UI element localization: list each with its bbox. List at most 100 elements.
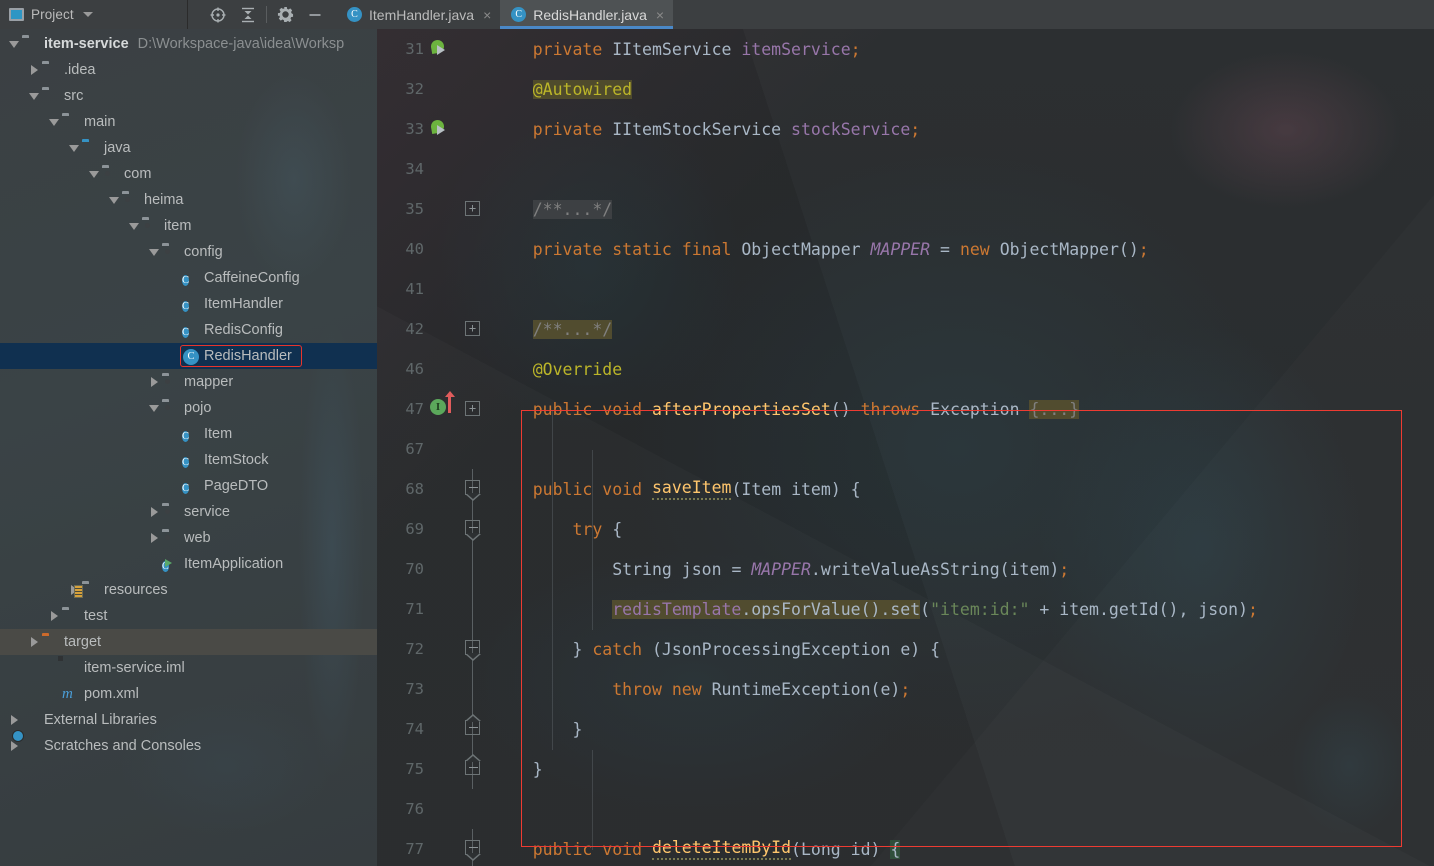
gutter-icon-area[interactable] (427, 509, 459, 549)
gutter-icon-area[interactable] (427, 349, 459, 389)
fold-gutter[interactable] (459, 349, 487, 389)
tree-item-target[interactable]: target (0, 629, 377, 655)
fold-gutter[interactable] (459, 829, 487, 866)
tree-item-scratches-and-consoles[interactable]: Scratches and Consoles (0, 733, 377, 759)
tree-item-config[interactable]: config (0, 239, 377, 265)
gutter-icon-area[interactable] (427, 669, 459, 709)
code-line[interactable]: 31 private IItemService itemService; (377, 29, 1434, 69)
chevron-right-icon[interactable] (6, 715, 22, 725)
code-line[interactable]: 67 (377, 429, 1434, 469)
fold-gutter[interactable]: + (459, 309, 487, 349)
gutter-icon-area[interactable] (427, 269, 459, 309)
close-icon[interactable]: × (483, 8, 491, 22)
code-lines[interactable]: 31 private IItemService itemService; 32 @… (377, 29, 1434, 866)
gutter-icon-area[interactable] (427, 789, 459, 829)
fold-gutter[interactable]: + (459, 389, 487, 429)
code-text[interactable]: } (487, 709, 1434, 749)
chevron-down-icon[interactable] (106, 196, 122, 204)
tree-item-itemhandler[interactable]: C ItemHandler (0, 291, 377, 317)
tree-item-caffeineconfig[interactable]: C CaffeineConfig (0, 265, 377, 291)
tree-item-pom-xml[interactable]: m pom.xml (0, 681, 377, 707)
code-text[interactable]: private IItemStockService stockService; (487, 109, 1434, 149)
chevron-right-icon[interactable] (146, 507, 162, 517)
tree-item-mapper[interactable]: mapper (0, 369, 377, 395)
code-line[interactable]: 33 private IItemStockService stockServic… (377, 109, 1434, 149)
code-text[interactable] (487, 149, 1434, 189)
chevron-right-icon[interactable] (146, 377, 162, 387)
fold-gutter[interactable] (459, 229, 487, 269)
chevron-right-icon[interactable] (26, 65, 42, 75)
code-text[interactable]: private static final ObjectMapper MAPPER… (487, 229, 1434, 269)
gutter-icon-area[interactable] (427, 229, 459, 269)
fold-gutter[interactable] (459, 429, 487, 469)
chevron-down-icon[interactable] (146, 404, 162, 412)
spring-bean-icon[interactable] (429, 38, 448, 57)
tree-item--idea[interactable]: .idea (0, 57, 377, 83)
code-line[interactable]: 71 redisTemplate .opsForValue().set("item… (377, 589, 1434, 629)
fold-gutter[interactable] (459, 709, 487, 749)
code-line[interactable]: 68 public void saveItem(Item item) { (377, 469, 1434, 509)
code-line[interactable]: 40 private static final ObjectMapper MAP… (377, 229, 1434, 269)
tree-item-item[interactable]: C Item (0, 421, 377, 447)
code-text[interactable]: public void deleteItemById(Long id) { (487, 829, 1434, 866)
code-line[interactable]: 41 (377, 269, 1434, 309)
code-line[interactable]: 46 @Override (377, 349, 1434, 389)
code-editor[interactable]: 31 private IItemService itemService; 32 @… (377, 29, 1434, 866)
code-text[interactable]: /**...*/ (487, 189, 1434, 229)
tree-item-java[interactable]: java (0, 135, 377, 161)
gutter-icon-area[interactable] (427, 149, 459, 189)
chevron-down-icon[interactable] (126, 222, 142, 230)
project-tool-window-header[interactable]: Project (0, 0, 188, 29)
code-text[interactable] (487, 429, 1434, 469)
code-line[interactable]: 32 @Autowired (377, 69, 1434, 109)
code-text[interactable]: } (487, 749, 1434, 789)
code-line[interactable]: 42 + /**...*/ (377, 309, 1434, 349)
code-text[interactable]: public void saveItem(Item item) { (487, 469, 1434, 509)
tree-item-service[interactable]: service (0, 499, 377, 525)
collapse-fold-icon[interactable] (465, 640, 481, 661)
collapse-all-icon[interactable] (233, 0, 263, 29)
gutter-icon-area[interactable] (427, 749, 459, 789)
gutter-icon-area[interactable] (427, 829, 459, 866)
gutter-icon-area[interactable] (427, 629, 459, 669)
code-text[interactable]: @Override (487, 349, 1434, 389)
fold-gutter[interactable] (459, 669, 487, 709)
gutter-icon-area[interactable] (427, 29, 459, 69)
code-line[interactable]: 34 (377, 149, 1434, 189)
implementing-method-icon[interactable]: I (430, 399, 446, 415)
gutter-icon-area[interactable] (427, 709, 459, 749)
code-line[interactable]: 70 String json = MAPPER .writeValueAsStri… (377, 549, 1434, 589)
tree-item-itemapplication[interactable]: C ItemApplication (0, 551, 377, 577)
close-icon[interactable]: × (656, 8, 664, 22)
gutter-icon-area[interactable] (427, 469, 459, 509)
expand-fold-icon[interactable]: + (465, 321, 480, 336)
tree-item-external-libraries[interactable]: External Libraries (0, 707, 377, 733)
fold-gutter[interactable] (459, 269, 487, 309)
tree-item-pagedto[interactable]: C PageDTO (0, 473, 377, 499)
code-text[interactable]: } catch (JsonProcessingException e) { (487, 629, 1434, 669)
fold-gutter[interactable] (459, 149, 487, 189)
gutter-icon-area[interactable] (427, 69, 459, 109)
chevron-right-icon[interactable] (146, 533, 162, 543)
code-text[interactable]: String json = MAPPER .writeValueAsString(… (487, 549, 1434, 589)
code-line[interactable]: 74 } (377, 709, 1434, 749)
expand-fold-icon[interactable]: + (465, 401, 480, 416)
fold-gutter[interactable] (459, 109, 487, 149)
code-text[interactable]: @Autowired (487, 69, 1434, 109)
code-line[interactable]: 35 + /**...*/ (377, 189, 1434, 229)
code-line[interactable]: 73 throw new RuntimeException(e); (377, 669, 1434, 709)
tree-item-test[interactable]: test (0, 603, 377, 629)
chevron-down-icon[interactable] (26, 92, 42, 100)
tree-item-item[interactable]: item (0, 213, 377, 239)
code-text[interactable]: throw new RuntimeException(e); (487, 669, 1434, 709)
tree-item-resources[interactable]: resources (0, 577, 377, 603)
tree-item-redisconfig[interactable]: C RedisConfig (0, 317, 377, 343)
spring-bean-icon[interactable] (429, 118, 448, 137)
code-line[interactable]: 75 } (377, 749, 1434, 789)
tree-item-com[interactable]: com (0, 161, 377, 187)
gutter-icon-area[interactable] (427, 429, 459, 469)
fold-gutter[interactable] (459, 589, 487, 629)
minimize-icon[interactable] (300, 0, 330, 29)
fold-gutter[interactable] (459, 629, 487, 669)
code-text[interactable] (487, 269, 1434, 309)
